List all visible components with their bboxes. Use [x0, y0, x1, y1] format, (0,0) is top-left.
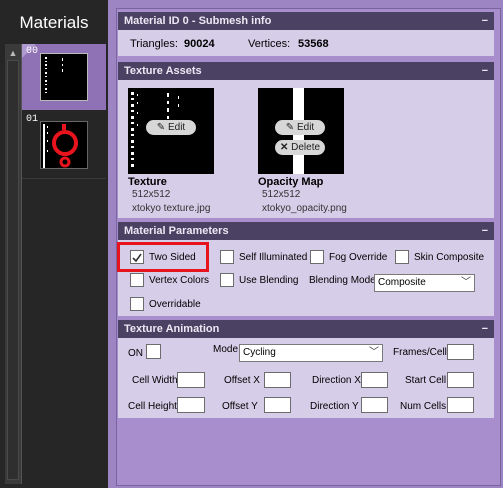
cell-width-input[interactable] — [177, 372, 205, 388]
triangles-value: 90024 — [184, 38, 215, 50]
direction-y-input[interactable] — [361, 397, 388, 413]
panel-title: Texture Assets — [124, 65, 202, 77]
panel-header[interactable]: Material Parameters − — [118, 222, 494, 240]
texture-title: Texture — [128, 176, 167, 188]
scrollbar-thumb[interactable] — [7, 60, 19, 480]
texture-filename: xtokyo texture.jpg — [132, 203, 211, 214]
material-item-01[interactable]: 01 — [22, 112, 106, 179]
opacity-size: 512x512 — [262, 189, 301, 200]
vertex-colors-label: Vertex Colors — [149, 275, 210, 286]
pencil-icon: ✎ — [285, 122, 297, 133]
overridable-checkbox[interactable] — [130, 297, 144, 311]
submesh-info-panel: Material ID 0 - Submesh info − Triangles… — [118, 12, 494, 56]
chevron-down-icon: ﹀ — [461, 277, 471, 288]
opacity-edit-button[interactable]: ✎ Edit — [275, 120, 325, 135]
material-thumbnail — [40, 121, 88, 169]
texture-size: 512x512 — [132, 189, 171, 200]
cell-height-input[interactable] — [177, 397, 205, 413]
start-cell-label: Start Cell — [405, 375, 447, 386]
sidebar-title: Materials — [19, 13, 89, 32]
animation-on-checkbox[interactable] — [146, 344, 161, 359]
scroll-up-icon[interactable]: ▲ — [5, 47, 21, 59]
edit-label: Edit — [167, 122, 186, 133]
texture-edit-button[interactable]: ✎ Edit — [146, 120, 196, 135]
use-blending-label: Use Blending — [239, 275, 299, 286]
mode-label: Mode — [213, 344, 239, 355]
collapse-icon[interactable]: − — [482, 320, 488, 338]
two-sided-label: Two Sided — [149, 252, 196, 263]
offset-y-input[interactable] — [264, 397, 291, 413]
direction-y-label: Direction Y — [310, 401, 359, 412]
overridable-label: Overridable — [149, 299, 201, 310]
texture-preview[interactable]: ✎ Edit — [128, 88, 214, 174]
opacity-map-preview[interactable]: ✎ Edit ✕ Delete — [258, 88, 344, 174]
vertices-label: Vertices: — [248, 38, 291, 50]
opacity-filename: xtokyo_opacity.png — [262, 203, 347, 214]
mode-select[interactable]: Cycling ﹀ — [239, 344, 383, 362]
material-thumbnail — [40, 53, 88, 101]
cell-width-label: Cell Width — [132, 375, 178, 386]
self-illuminated-label: Self Illuminated — [239, 252, 308, 263]
num-cells-input[interactable] — [447, 397, 474, 413]
fog-override-checkbox[interactable] — [310, 250, 324, 264]
offset-x-input[interactable] — [264, 372, 291, 388]
frames-cell-input[interactable] — [447, 344, 474, 360]
collapse-icon[interactable]: − — [482, 222, 488, 240]
blending-mode-select[interactable]: Composite ﹀ — [374, 274, 475, 292]
cell-height-label: Cell Height — [128, 401, 177, 412]
frames-cell-label: Frames/Cell — [393, 347, 447, 358]
panel-title: Texture Animation — [124, 323, 220, 335]
panel-header[interactable]: Material ID 0 - Submesh info − — [118, 12, 494, 30]
pencil-icon: ✎ — [156, 122, 168, 133]
collapse-icon[interactable]: − — [482, 12, 488, 30]
texture-animation-panel: Texture Animation − ON Mode Cycling ﹀ Fr… — [118, 320, 494, 418]
sidebar-scrollbar[interactable]: ▲ — [5, 44, 22, 484]
on-label: ON — [128, 348, 143, 359]
skin-composite-checkbox[interactable] — [395, 250, 409, 264]
texture-assets-panel: Texture Assets − ✎ Edit Texture 512x512 … — [118, 62, 494, 218]
close-icon: ✕ — [279, 142, 292, 153]
material-index: 01 — [26, 114, 39, 125]
direction-x-label: Direction X — [312, 375, 361, 386]
panel-header[interactable]: Texture Assets − — [118, 62, 494, 80]
chevron-down-icon: ﹀ — [369, 347, 379, 358]
direction-x-input[interactable] — [361, 372, 388, 388]
material-parameters-panel: Material Parameters − Two Sided Self Ill… — [117, 222, 494, 316]
material-item-00[interactable]: 00 — [22, 44, 106, 110]
two-sided-checkbox[interactable] — [130, 250, 144, 264]
offset-x-label: Offset X — [224, 375, 260, 386]
panel-title: Material ID 0 - Submesh info — [124, 15, 272, 27]
checkmark-icon — [132, 253, 142, 263]
opacity-delete-button[interactable]: ✕ Delete — [275, 140, 325, 155]
start-cell-input[interactable] — [447, 372, 474, 388]
use-blending-checkbox[interactable] — [220, 273, 234, 287]
collapse-icon[interactable]: − — [482, 62, 488, 80]
blending-mode-value: Composite — [378, 277, 426, 288]
skin-composite-label: Skin Composite — [414, 252, 485, 263]
panel-title: Material Parameters — [124, 225, 229, 237]
offset-y-label: Offset Y — [222, 401, 258, 412]
material-index: 00 — [26, 46, 39, 57]
panel-header[interactable]: Texture Animation − — [118, 320, 494, 338]
triangles-label: Triangles: — [130, 38, 178, 50]
blending-mode-label: Blending Mode — [309, 275, 376, 286]
vertices-value: 53568 — [298, 38, 329, 50]
fog-override-label: Fog Override — [329, 252, 388, 263]
materials-sidebar: Materials ▲ 00 01 — [0, 0, 108, 488]
vertex-colors-checkbox[interactable] — [130, 273, 144, 287]
num-cells-label: Num Cells — [400, 401, 447, 412]
opacity-title: Opacity Map — [258, 176, 324, 188]
edit-label: Edit — [296, 122, 315, 133]
mode-value: Cycling — [243, 347, 276, 358]
self-illuminated-checkbox[interactable] — [220, 250, 234, 264]
delete-label: Delete — [291, 142, 321, 153]
